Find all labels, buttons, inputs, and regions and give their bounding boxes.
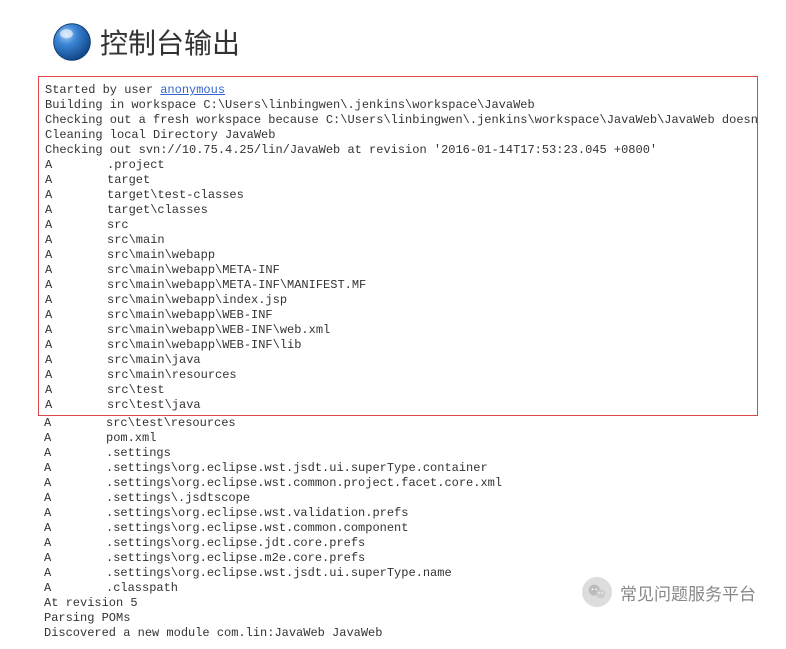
at-revision-line: At revision 5 bbox=[44, 596, 138, 610]
started-by-text: Started by user bbox=[45, 83, 160, 97]
console-output-box: Started by user anonymous Building in wo… bbox=[38, 76, 758, 416]
watermark-text: 常见问题服务平台 bbox=[620, 580, 756, 605]
page-title: 控制台输出 bbox=[100, 22, 240, 62]
wechat-icon bbox=[582, 577, 612, 607]
watermark: 常见问题服务平台 bbox=[582, 577, 756, 607]
cleaning-line: Cleaning local Directory JavaWeb bbox=[45, 128, 275, 142]
parsing-line: Parsing POMs bbox=[44, 611, 130, 625]
building-line: Building in workspace C:\Users\linbingwe… bbox=[45, 98, 535, 112]
checking-out-line: Checking out svn://10.75.4.25/lin/JavaWe… bbox=[45, 143, 657, 157]
console-text-inside: Started by user anonymous Building in wo… bbox=[45, 83, 751, 413]
user-link[interactable]: anonymous bbox=[160, 83, 225, 97]
file-list-b: Asrc\test\resources Apom.xml A.settings … bbox=[44, 416, 502, 595]
page-header: 控制台输出 bbox=[0, 0, 786, 76]
file-list-a: A.project Atarget Atarget\test-classes A… bbox=[45, 158, 366, 412]
console-text-overflow: Asrc\test\resources Apom.xml A.settings … bbox=[38, 416, 758, 641]
blue-orb-icon bbox=[50, 20, 94, 64]
discovered-line: Discovered a new module com.lin:JavaWeb … bbox=[44, 626, 382, 640]
checking-fresh-line: Checking out a fresh workspace because C… bbox=[45, 113, 758, 127]
